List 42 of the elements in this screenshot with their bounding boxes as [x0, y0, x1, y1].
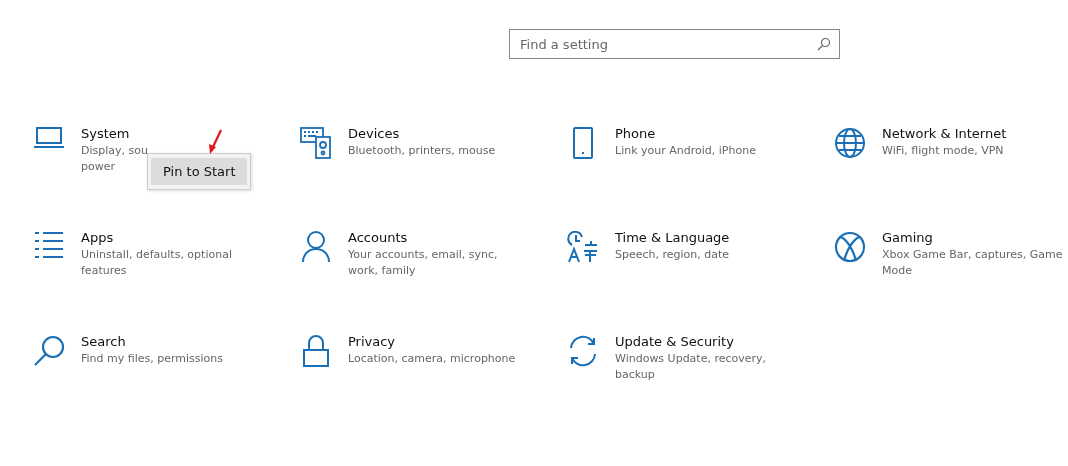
category-title[interactable]: Search: [81, 333, 224, 351]
category-description: work, family: [348, 263, 417, 279]
category-title[interactable]: System: [81, 125, 148, 143]
menu-item[interactable]: Pin to Start: [151, 158, 248, 185]
category-description: Bluetooth, printers, mouse: [348, 143, 496, 159]
category-title[interactable]: Phone: [615, 125, 756, 143]
category-description: Display, sou: [81, 143, 148, 159]
category-description: backup: [615, 367, 656, 383]
category-description: Location, camera, microphone: [348, 351, 516, 367]
category-description: Mode: [882, 263, 913, 279]
lock-icon: [303, 335, 329, 367]
category-title[interactable]: Accounts: [348, 229, 498, 247]
sync-icon: [567, 335, 599, 367]
category-title[interactable]: Devices: [348, 125, 496, 143]
annotation-arrow: [207, 129, 223, 155]
category-description: features: [81, 263, 128, 279]
category-description: power: [81, 159, 116, 175]
laptop-icon: [33, 127, 65, 149]
keyboard-speaker-icon: [300, 127, 332, 159]
category-description: Speech, region, date: [615, 247, 730, 263]
person-icon: [302, 231, 330, 263]
category-title[interactable]: Privacy: [348, 333, 516, 351]
search-icon: [817, 37, 831, 51]
globe-icon: [834, 127, 866, 159]
category-title[interactable]: Update & Security: [615, 333, 767, 351]
category-description: WiFi, flight mode, VPN: [882, 143, 1005, 159]
category-description: Your accounts, email, sync,: [348, 247, 498, 263]
xbox-circle-icon: [834, 231, 866, 263]
phone-icon: [573, 127, 593, 159]
list-icon: [34, 231, 64, 259]
category-description: Uninstall, defaults, optional: [81, 247, 232, 263]
category-title[interactable]: Network & Internet: [882, 125, 1007, 143]
category-description: Link your Android, iPhone: [615, 143, 756, 159]
category-title[interactable]: Gaming: [882, 229, 1063, 247]
search-field[interactable]: Find a setting: [509, 29, 840, 59]
category-description: Windows Update, recovery,: [615, 351, 767, 367]
search-icon: [33, 335, 65, 367]
category-title[interactable]: Apps: [81, 229, 232, 247]
category-description: Find my files, permissions: [81, 351, 224, 367]
category-description: Xbox Game Bar, captures, Game: [882, 247, 1063, 263]
category-title[interactable]: Time & Language: [615, 229, 730, 247]
clock-letters-icon: [567, 231, 599, 263]
